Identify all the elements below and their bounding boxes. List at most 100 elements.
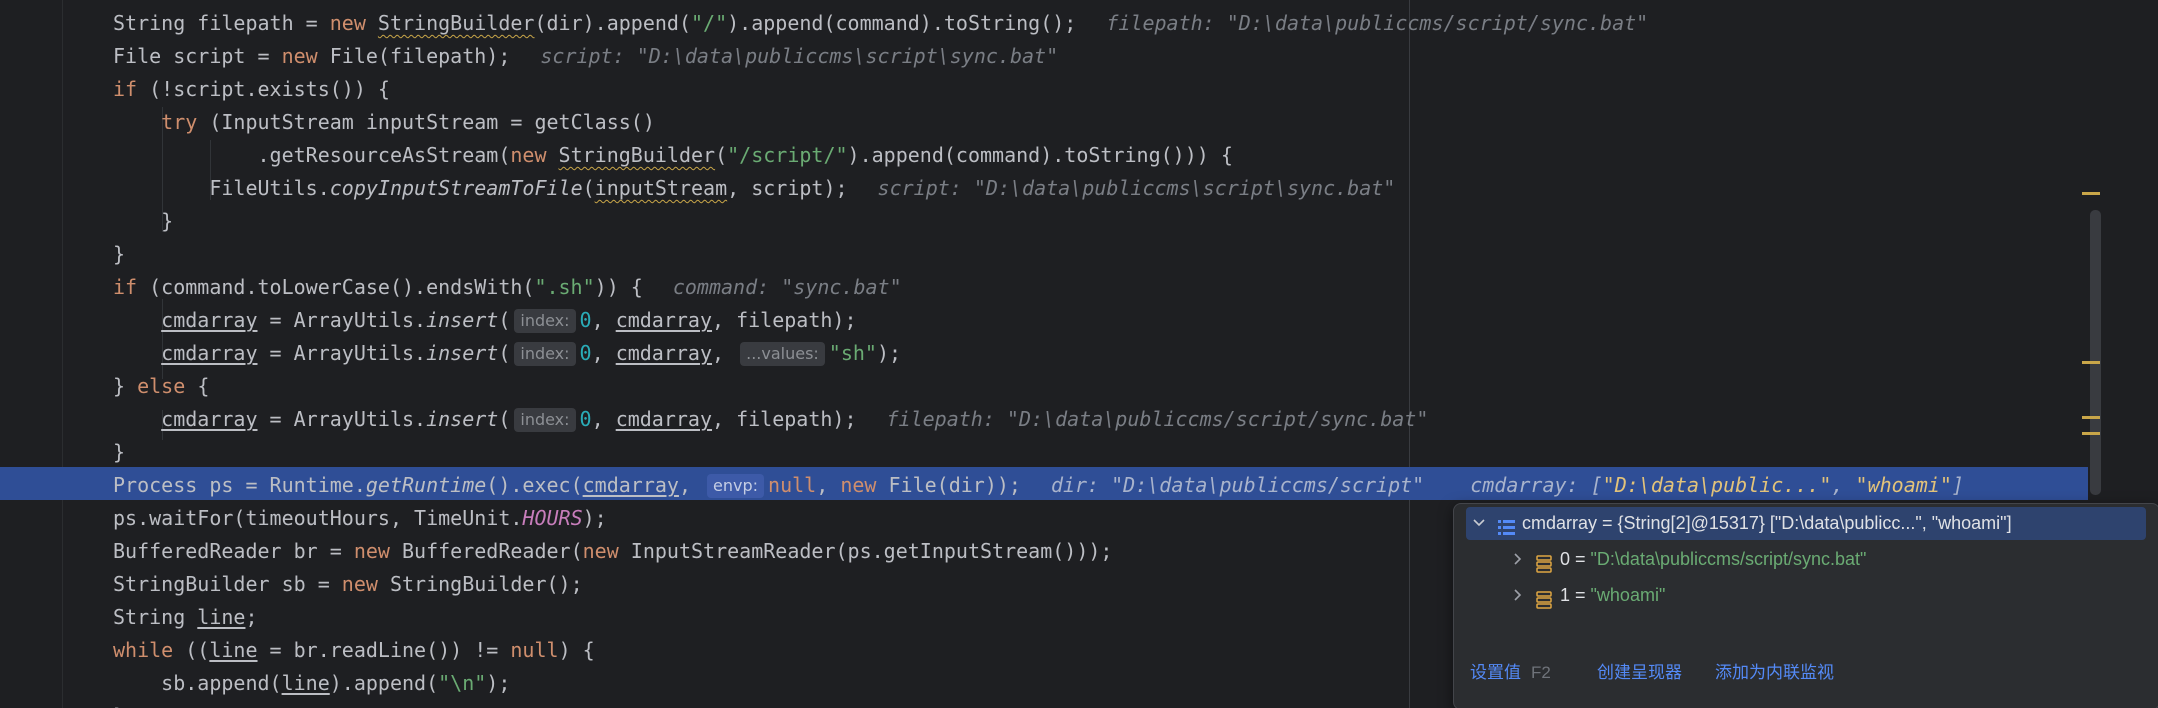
code-token: } xyxy=(113,704,125,708)
set-value-link[interactable]: 设置值 F2 xyxy=(1470,656,1551,690)
code-token: copyInputStreamToFile xyxy=(329,176,583,200)
code-line[interactable]: cmdarray = ArrayUtils.insert(index: 0, cm… xyxy=(0,337,2100,370)
code-line[interactable]: } xyxy=(0,205,2100,238)
inline-debug-value: script: "D:\data\publiccms\script\sync.b… xyxy=(877,176,1396,200)
parameter-hint: ...values: xyxy=(740,342,825,366)
code-line[interactable]: cmdarray = ArrayUtils.insert(index: 0, cm… xyxy=(0,403,2100,436)
code-token: cmdarray xyxy=(615,308,713,332)
code-token: 0 xyxy=(579,308,592,332)
code-editor[interactable]: String filepath = new StringBuilder(dir)… xyxy=(0,0,2158,708)
code-token: cmdarray xyxy=(582,473,679,497)
code-token: File(dir)); xyxy=(888,473,1021,497)
code-token: File(filepath); xyxy=(329,44,511,68)
code-line[interactable]: try (InputStream inputStream = getClass(… xyxy=(0,106,2100,139)
inline-debug-value: cmdarray: [ xyxy=(1470,473,1603,497)
code-text: } xyxy=(113,700,125,708)
code-token: } xyxy=(113,374,138,398)
code-token: cmdarray xyxy=(161,341,258,365)
code-text: cmdarray = ArrayUtils.insert(index: 0, cm… xyxy=(113,337,901,370)
code-token: cmdarray xyxy=(615,407,713,431)
code-token: insert xyxy=(426,407,499,431)
code-token: , xyxy=(712,341,737,365)
code-token: )) { xyxy=(594,275,643,299)
code-token: } xyxy=(113,209,174,233)
code-token: "\n" xyxy=(438,671,487,695)
code-token: , script); xyxy=(727,176,848,200)
code-line[interactable]: File script = new File(filepath); script:… xyxy=(0,40,2100,73)
code-token: (dir).append( xyxy=(534,11,692,35)
code-line[interactable]: if (!script.exists()) { xyxy=(0,73,2100,106)
code-text: try (InputStream inputStream = getClass(… xyxy=(113,106,655,139)
code-line[interactable]: } else { xyxy=(0,370,2100,403)
inline-debug-value: command: "sync.bat" xyxy=(672,275,902,299)
code-token: ().exec( xyxy=(486,473,583,497)
set-value-label: 设置值 xyxy=(1470,663,1521,682)
create-renderer-link[interactable]: 创建呈现器 xyxy=(1597,656,1682,690)
inline-debug-value: ] xyxy=(1951,473,1964,497)
tree-row-item-1[interactable]: 1 = "whoami" xyxy=(1466,579,2146,612)
code-text: String line; xyxy=(113,601,258,634)
chevron-right-icon[interactable] xyxy=(1508,543,1526,576)
debug-value-popup[interactable]: cmdarray = {String[2]@15317} ["D:\data\p… xyxy=(1453,503,2158,708)
chevron-down-icon[interactable] xyxy=(1470,507,1488,540)
code-token: cmdarray xyxy=(161,308,258,332)
code-token: String xyxy=(113,605,198,629)
code-text: } xyxy=(113,205,173,238)
code-token: , xyxy=(816,473,841,497)
chevron-right-icon[interactable] xyxy=(1508,579,1526,612)
code-line[interactable]: if (command.toLowerCase().endsWith(".sh"… xyxy=(0,271,2100,304)
code-text: File script = new File(filepath); script:… xyxy=(113,40,1058,73)
code-text: } else { xyxy=(113,370,209,403)
scrollbar-marker[interactable] xyxy=(2082,192,2100,195)
code-token: insert xyxy=(426,308,499,332)
inline-debug-value: , xyxy=(1831,473,1856,497)
parameter-hint: index: xyxy=(514,408,576,432)
scrollbar-thumb[interactable] xyxy=(2090,210,2101,495)
code-text: } xyxy=(113,238,125,271)
code-line[interactable]: cmdarray = ArrayUtils.insert(index: 0, cm… xyxy=(0,304,2100,337)
code-token: sb.append( xyxy=(113,671,282,695)
code-line[interactable]: String filepath = new StringBuilder(dir)… xyxy=(0,7,2100,40)
code-token: if xyxy=(113,275,150,299)
code-text: } xyxy=(113,436,125,469)
scrollbar-marker[interactable] xyxy=(2082,416,2100,419)
code-token: InputStreamReader(ps.getInputStream())); xyxy=(630,539,1113,563)
code-line[interactable]: } xyxy=(0,238,2100,271)
code-token: = ArrayUtils. xyxy=(257,407,427,431)
code-token: new xyxy=(582,539,631,563)
code-text: BufferedReader br = new BufferedReader(n… xyxy=(113,535,1112,568)
code-token: line xyxy=(281,671,330,695)
code-token: ( xyxy=(498,341,511,365)
code-token: "whoami" xyxy=(1855,473,1952,497)
code-token: , filepath); xyxy=(712,407,857,431)
code-token: ); xyxy=(582,506,607,530)
code-text: ps.waitFor(timeoutHours, TimeUnit.HOURS)… xyxy=(113,502,607,535)
code-line[interactable]: Process ps = Runtime.getRuntime().exec(c… xyxy=(0,469,2100,502)
code-text: while ((line = br.readLine()) != null) { xyxy=(113,634,595,667)
code-token: { xyxy=(197,374,210,398)
code-token: = ArrayUtils. xyxy=(257,308,427,332)
code-line[interactable]: FileUtils.copyInputStreamToFile(inputStr… xyxy=(0,172,2100,205)
code-token: getRuntime xyxy=(365,473,487,497)
code-token: File script = xyxy=(113,44,282,68)
code-token: ) { xyxy=(558,638,595,662)
add-inline-watch-link[interactable]: 添加为内联监视 xyxy=(1715,656,1834,690)
code-line[interactable]: } xyxy=(0,436,2100,469)
scrollbar-marker[interactable] xyxy=(2082,361,2100,364)
code-text: sb.append(line).append("\n"); xyxy=(113,667,510,700)
code-token: StringBuilder xyxy=(558,143,716,167)
code-token: null xyxy=(768,473,817,497)
tree-row-item-0[interactable]: 0 = "D:\data\publiccms/script/sync.bat" xyxy=(1466,543,2146,576)
code-token: (!script.exists()) { xyxy=(149,77,390,101)
code-token: (command.toLowerCase().endsWith( xyxy=(149,275,535,299)
tree-row-cmdarray[interactable]: cmdarray = {String[2]@15317} ["D:\data\p… xyxy=(1466,507,2146,540)
scrollbar-marker[interactable] xyxy=(2082,432,2100,435)
code-token: HOURS xyxy=(522,506,583,530)
code-token: line xyxy=(209,638,258,662)
code-line[interactable]: .getResourceAsStream(new StringBuilder("… xyxy=(0,139,2100,172)
code-token: 0 xyxy=(579,341,592,365)
code-token: , xyxy=(591,407,616,431)
